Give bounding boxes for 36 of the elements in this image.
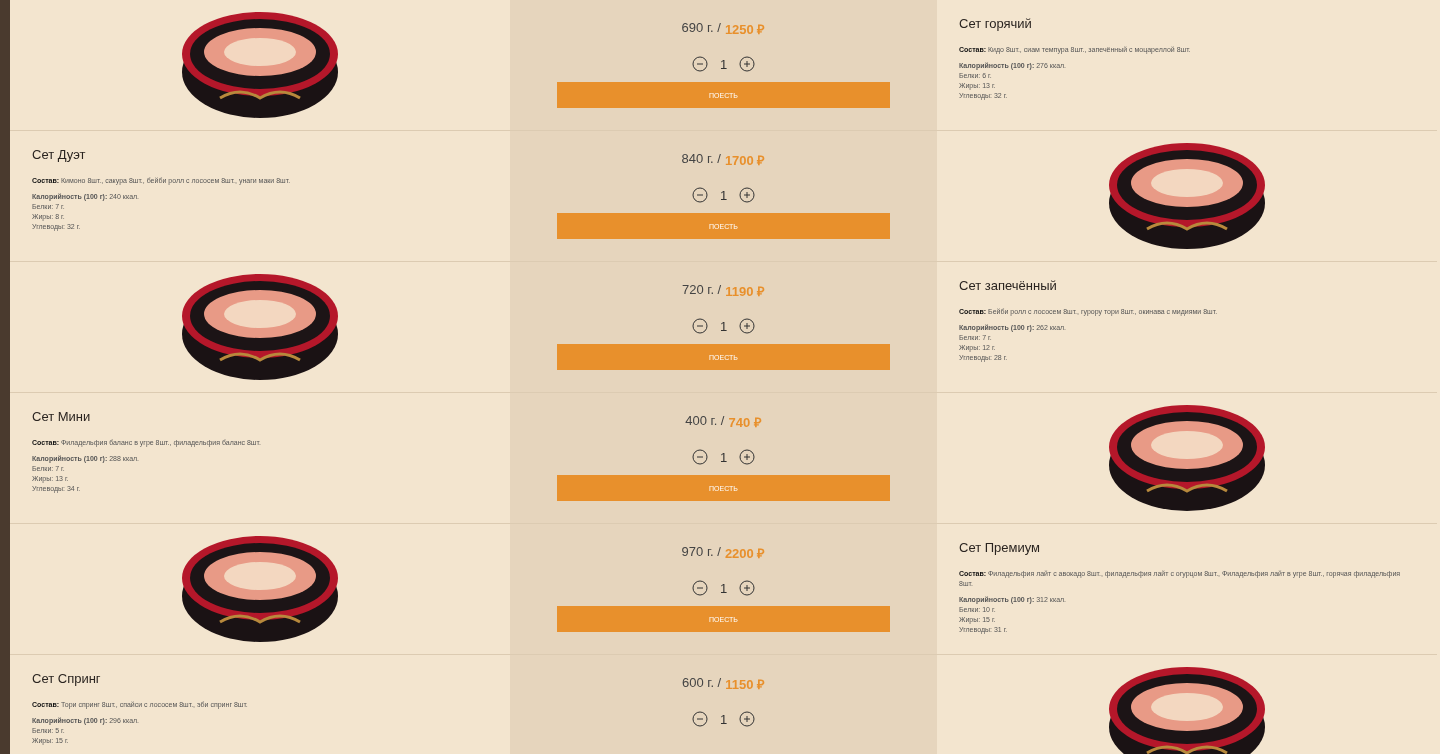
minus-button[interactable] [691,318,708,334]
product-title: Сет Премиум [959,540,1042,555]
plus-button[interactable] [739,580,756,596]
product-title: Сет горячий [959,16,1033,31]
quantity-value: 1 [719,449,728,465]
product-title: Сет Дуэт [32,147,87,162]
product-weight: 970 г. / [681,544,721,561]
product-price: 1190 ₽ [725,283,766,300]
quantity-value: 1 [719,580,728,596]
quantity-value: 1 [719,318,728,334]
product-price: 1700 ₽ [724,152,766,169]
product-weight: 600 г. / [681,675,722,692]
product-title: Сет запечённый [959,278,1058,293]
plus-button[interactable] [739,711,756,727]
product-weight: 840 г. / [681,151,721,168]
quantity-value: 1 [719,187,728,203]
minus-button[interactable] [691,187,708,203]
quantity-value: 1 [719,56,728,72]
quantity-value: 1 [719,711,728,727]
plus-button[interactable] [739,449,756,465]
product-title: Сет Спринг [32,671,102,686]
plus-button[interactable] [739,318,756,334]
plus-button[interactable] [739,56,756,72]
product-weight: 690 г. / [681,20,721,37]
product-price: 2200 ₽ [724,545,766,562]
minus-button[interactable] [691,449,708,465]
minus-button[interactable] [691,56,708,72]
product-price: 1150 ₽ [725,676,766,693]
plus-button[interactable] [739,187,756,203]
minus-button[interactable] [691,711,708,727]
product-title: Сет Мини [32,409,92,424]
product-weight: 720 г. / [681,282,722,299]
product-price: 740 ₽ [728,414,762,431]
product-price: 1250 ₽ [724,21,766,38]
product-weight: 400 г. / [685,413,725,430]
minus-button[interactable] [691,580,708,596]
